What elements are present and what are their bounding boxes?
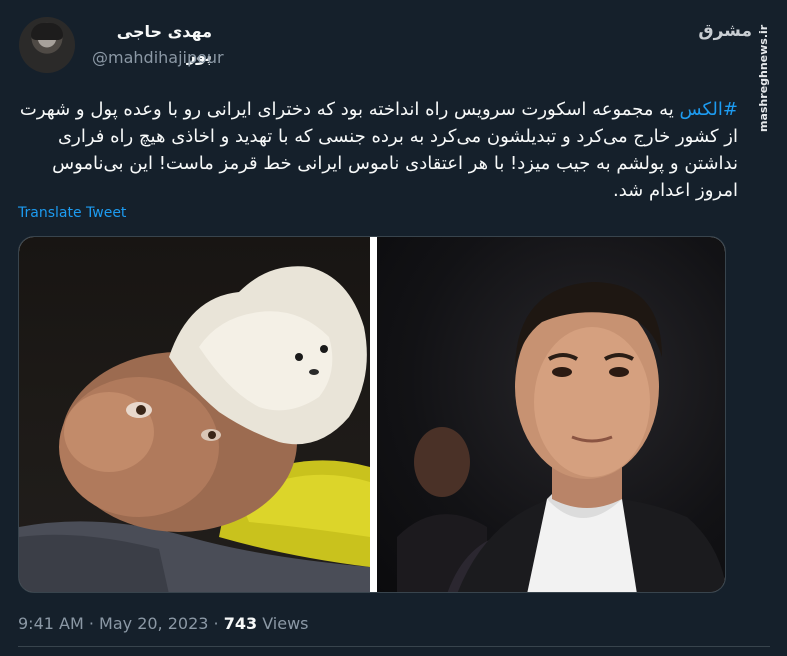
translate-tweet-link[interactable]: Translate Tweet: [18, 204, 126, 222]
watermark-url: mashreghnews.ir: [757, 24, 770, 132]
tweet-body: یه مجموعه اسکورت سرویس راه انداخته بود ک…: [19, 99, 738, 201]
tweet-text: #الکس یه مجموعه اسکورت سرویس راه انداخته…: [18, 96, 738, 204]
author-avatar[interactable]: [19, 17, 75, 73]
meta-separator: ·: [83, 614, 100, 633]
watermark-logo: مشرق: [698, 21, 752, 41]
views-label: Views: [257, 614, 309, 633]
divider: [18, 646, 770, 647]
photo-right-illustration: [397, 282, 725, 592]
tweet-date[interactable]: May 20, 2023: [99, 614, 208, 633]
media-photo-left[interactable]: [19, 237, 370, 592]
tweet-media[interactable]: [18, 236, 726, 593]
views-count[interactable]: 743: [224, 614, 257, 633]
tweet-meta: 9:41 AM · May 20, 2023 · 743 Views: [18, 612, 309, 636]
media-photo-right[interactable]: [377, 237, 725, 592]
photo-left-illustration: [19, 266, 370, 592]
hashtag-link[interactable]: #الکس: [680, 99, 738, 120]
author-handle[interactable]: @mahdihajipour: [92, 46, 224, 70]
meta-separator: ·: [208, 614, 224, 633]
tweet-time[interactable]: 9:41 AM: [18, 614, 84, 633]
